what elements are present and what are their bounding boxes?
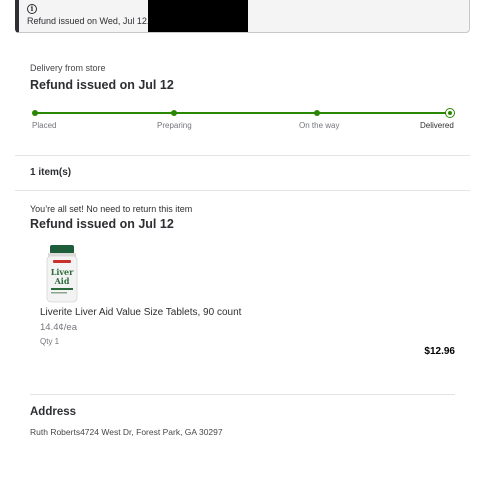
- item-count: 1 item(s): [30, 167, 72, 178]
- product-name[interactable]: Liverite Liver Aid Value Size Tablets, 9…: [40, 307, 241, 318]
- status-heading: Refund issued on Jul 12: [30, 78, 174, 92]
- address-line: Ruth Roberts4724 West Dr, Forest Park, G…: [30, 427, 223, 437]
- step-label-preparing: Preparing: [157, 121, 192, 130]
- step-dot-on-the-way: [314, 110, 320, 116]
- product-price: $12.96: [424, 346, 455, 357]
- unit-price: 14.4¢/ea: [40, 322, 77, 333]
- alert-redaction: [148, 0, 248, 32]
- section-divider: [15, 155, 470, 156]
- refund-heading: Refund issued on Jul 12: [30, 217, 174, 231]
- delivery-subtitle: Delivery from store: [30, 63, 106, 73]
- section-divider: [15, 190, 470, 191]
- quantity: Qty 1: [40, 337, 60, 346]
- product-image-text-2: Aid: [54, 276, 70, 286]
- step-label-on-the-way: On the way: [299, 121, 340, 130]
- step-label-placed: Placed: [32, 121, 57, 130]
- product-bottle-icon: Liver Aid: [46, 245, 78, 303]
- progress-track: [34, 112, 450, 114]
- section-divider: [30, 394, 455, 395]
- step-dot-preparing: [171, 110, 177, 116]
- info-icon: i: [27, 4, 37, 14]
- address-title: Address: [30, 406, 77, 418]
- product-image[interactable]: Liver Aid: [44, 245, 80, 303]
- refund-alert-banner: i Refund issued on Wed, Jul 12.: [15, 0, 470, 33]
- step-label-delivered: Delivered: [420, 121, 454, 130]
- alert-message: Refund issued on Wed, Jul 12.: [27, 16, 150, 26]
- step-dot-placed: [32, 110, 38, 116]
- step-dot-delivered: [445, 108, 455, 118]
- return-note: You’re all set! No need to return this i…: [30, 204, 193, 214]
